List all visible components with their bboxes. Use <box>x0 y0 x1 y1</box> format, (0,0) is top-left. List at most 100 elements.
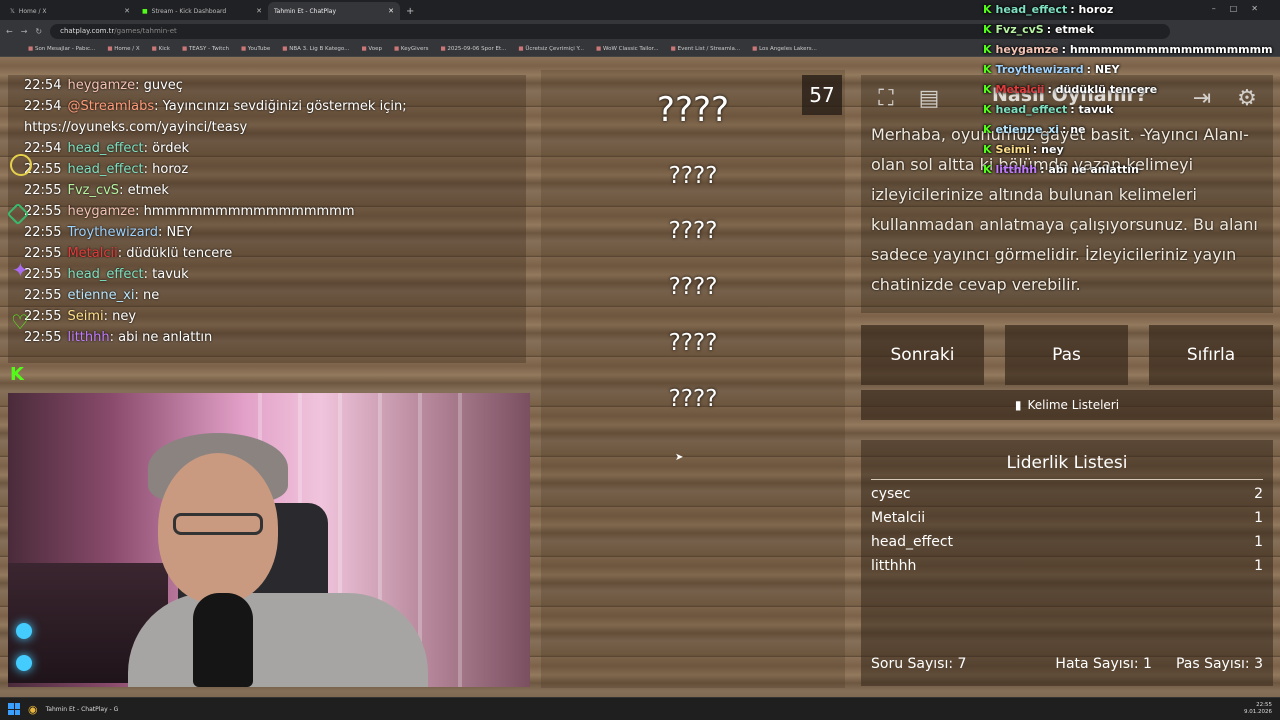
chat-message: 22:55 Metalcii: düdüklü tencere <box>24 246 233 261</box>
overlay-username: Fvz_cvS <box>995 23 1044 36</box>
message-username[interactable]: Fvz_cvS <box>67 183 119 198</box>
overlay-username: Troythewizard <box>995 63 1084 76</box>
kick-badge-icon: K <box>983 103 992 116</box>
chrome-icon[interactable]: ◉ <box>28 703 38 716</box>
leaderboard-row: litthhh 1 <box>871 558 1263 574</box>
chat-message: 22:54 @Streamlabs: Yayıncınızı sevdiğiniz… <box>24 99 407 114</box>
mouse-cursor: ➤ <box>675 452 684 463</box>
message-text: Yayıncınızı sevdiğinizi göstermek için; <box>162 99 407 114</box>
target-word: ???? <box>656 90 730 130</box>
message-text: ne <box>142 288 160 303</box>
close-icon[interactable]: ✕ <box>124 7 130 15</box>
overlay-message-text: : düdüklü tencere <box>1047 83 1158 96</box>
message-text: NEY <box>166 225 193 240</box>
next-button[interactable]: Sonraki <box>861 325 984 385</box>
question-count: Soru Sayısı: 7 <box>871 656 967 672</box>
message-text: ney <box>112 309 137 324</box>
reload-icon[interactable]: ↻ <box>35 27 42 36</box>
message-username[interactable]: etienne_xi <box>67 288 134 303</box>
message-username[interactable]: head_effect <box>67 141 143 156</box>
pass-count: Pas Sayısı: 3 <box>1175 656 1263 672</box>
bookmark-item[interactable]: Event List / Streamla... <box>671 46 741 52</box>
message-time: 22:54 <box>24 99 62 114</box>
overlay-chat-message: Khead_effect: horoz <box>983 0 1280 20</box>
kick-badge-icon: K <box>983 83 992 96</box>
overlay-message-text: : ney <box>1032 143 1064 156</box>
tab-kick-dashboard[interactable]: ■ Stream - Kick Dashboard ✕ <box>136 2 268 20</box>
document-icon[interactable]: ▤ <box>914 83 944 113</box>
taboo-word: ???? <box>668 386 718 412</box>
message-username[interactable]: heygamze <box>67 204 135 219</box>
pass-button[interactable]: Pas <box>1005 325 1128 385</box>
kick-badge-icon: K <box>983 63 992 76</box>
bookmark-item[interactable]: Ücretsiz Çevrimiçi Y... <box>518 46 584 52</box>
windows-start-icon[interactable] <box>8 703 20 715</box>
overlay-chat-message: K Metalcii: düdüklü tencere <box>983 80 1280 100</box>
bookmark-item[interactable]: YouTube <box>241 46 270 52</box>
chat-message: 22:54 heygamze: guveç <box>24 78 183 93</box>
player-score: 1 <box>1254 558 1263 574</box>
chat-message: 22:55 head_effect: horoz <box>24 162 189 177</box>
message-username[interactable]: Troythewizard <box>67 225 157 240</box>
message-username[interactable]: Metalcii <box>67 246 117 261</box>
tab-home-x[interactable]: 𝕏 Home / X ✕ <box>4 2 136 20</box>
kick-badge-icon: K <box>983 123 992 136</box>
tab-chatplay[interactable]: Tahmin Et - ChatPlay ✕ <box>268 2 400 20</box>
new-tab-button[interactable]: + <box>400 6 420 20</box>
chat-message: 22:55 etienne_xi: ne <box>24 288 160 303</box>
forward-icon[interactable]: → <box>21 27 28 36</box>
overlay-chat-message: Kheygamze: hmmmmmmmmmmmmmmmmm <box>983 40 1280 60</box>
chat-message: 22:55 litthhh: abi ne anlattın <box>24 330 213 345</box>
leaderboard-row: Metalcii 1 <box>871 510 1263 526</box>
chat-message: 22:55 Troythewizard: NEY <box>24 225 193 240</box>
kick-icon: ■ <box>142 7 148 15</box>
message-time: 22:54 <box>24 78 62 93</box>
taskbar-app-label[interactable]: Tahmin Et - ChatPlay - G <box>46 706 119 713</box>
message-text: düdüklü tencere <box>126 246 233 261</box>
leaderboard-row: cysec 2 <box>871 486 1263 502</box>
message-username[interactable]: litthhh <box>67 330 109 345</box>
overlay-chat-message: K Troythewizard: NEY <box>983 60 1280 80</box>
message-username[interactable]: head_effect <box>67 267 143 282</box>
overlay-chat-message: Ketienne_xi: ne <box>983 120 1280 140</box>
bookmark-item[interactable]: TEASY - Twitch <box>182 46 229 52</box>
message-text: guveç <box>143 78 183 93</box>
close-icon[interactable]: ✕ <box>388 7 394 15</box>
taskbar: ◉ Tahmin Et - ChatPlay - G <box>0 697 1280 720</box>
word-lists-button[interactable]: ▮ Kelime Listeleri <box>861 390 1273 420</box>
message-username[interactable]: @Streamlabs <box>67 99 154 114</box>
message-username[interactable]: heygamze <box>67 78 135 93</box>
overlay-chat-message: Klitthhh: abi ne anlattın <box>983 160 1280 180</box>
chat-message: 22:55 head_effect: tavuk <box>24 267 189 282</box>
back-icon[interactable]: ← <box>6 27 13 36</box>
tab-label: Stream - Kick Dashboard <box>151 7 227 15</box>
overlay-message-text: : NEY <box>1086 63 1120 76</box>
system-clock[interactable]: 22:55 9.01.2026 <box>1244 702 1272 716</box>
chat-message: https://oyuneks.com/yayinci/teasy <box>24 117 526 138</box>
fullscreen-icon[interactable]: ⛶ <box>871 83 901 113</box>
player-score: 1 <box>1254 510 1263 526</box>
bookmark-item[interactable]: Son Mesajlar - Pabıc... <box>28 46 95 52</box>
game-stats: Soru Sayısı: 7 Hata Sayısı: 1 Pas Sayısı:… <box>871 656 1263 672</box>
message-username[interactable]: head_effect <box>67 162 143 177</box>
bookmark-item[interactable]: WoW Classic Tailor... <box>596 46 659 52</box>
bookmark-item[interactable]: NBA 3. Lig B Katego... <box>282 46 349 52</box>
overlay-username: head_effect <box>995 103 1068 116</box>
reset-button[interactable]: Sıfırla <box>1149 325 1273 385</box>
bookmark-item[interactable]: KeyGivers <box>394 46 429 52</box>
bookmark-item[interactable]: 2025-09-06 Spor Et... <box>440 46 506 52</box>
kick-badge-icon: K <box>983 3 992 16</box>
bookmark-item[interactable]: Kick <box>152 46 170 52</box>
x-icon: 𝕏 <box>10 7 15 15</box>
message-username[interactable]: Seimi <box>67 309 103 324</box>
leaderboard-title: Liderlik Listesi <box>1006 453 1128 473</box>
player-name: Metalcii <box>871 510 926 526</box>
webcam-feed <box>8 393 530 687</box>
close-icon[interactable]: ✕ <box>256 7 262 15</box>
overlay-username: Metalcii <box>995 83 1045 96</box>
bookmark-item[interactable]: Los Angeles Lakers... <box>752 46 817 52</box>
message-text: etmek <box>127 183 169 198</box>
bookmark-item[interactable]: Home / X <box>107 46 139 52</box>
error-count: Hata Sayısı: 1 <box>1055 656 1152 672</box>
bookmark-item[interactable]: Voep <box>361 46 382 52</box>
